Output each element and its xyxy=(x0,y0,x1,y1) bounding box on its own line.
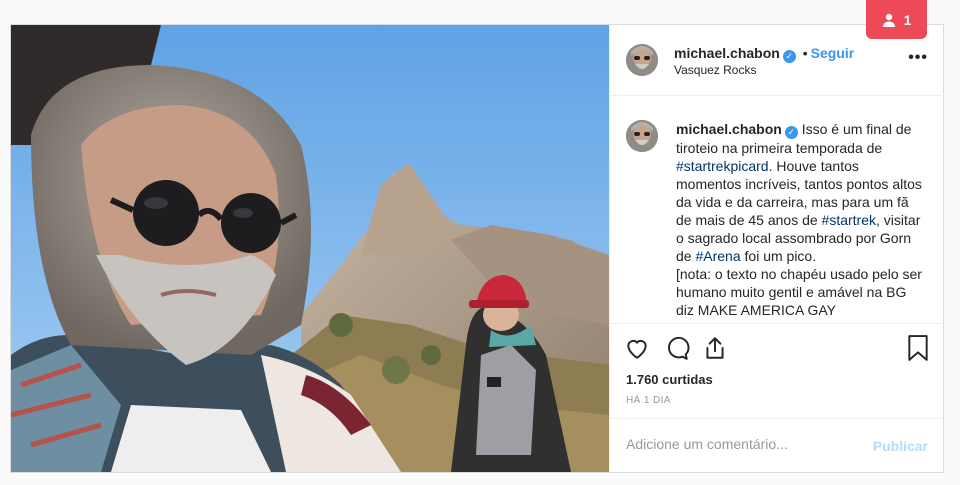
comment-bubble-icon[interactable] xyxy=(664,335,690,366)
comments-section: michael.chabon ✓ Isso é um final de tirot… xyxy=(610,96,944,324)
post-location[interactable]: Vasquez Rocks xyxy=(674,63,756,77)
publish-button[interactable]: Publicar xyxy=(873,438,928,454)
add-comment-bar: Publicar xyxy=(610,418,944,472)
save-bookmark-icon[interactable] xyxy=(906,335,930,366)
caption-segment: foi um pico. xyxy=(740,248,817,264)
follow-button[interactable]: Seguir xyxy=(811,45,855,61)
caption-note: [nota: o texto no chapéu usado pelo ser … xyxy=(676,266,922,318)
verified-badge-icon: ✓ xyxy=(784,126,798,139)
notification-count: 1 xyxy=(903,11,912,28)
share-icon[interactable] xyxy=(702,335,728,366)
author-username[interactable]: michael.chabon xyxy=(674,45,780,61)
user-icon xyxy=(882,13,896,27)
post-card: michael.chabon ✓ • Seguir Vasquez Rocks ••… xyxy=(10,24,944,473)
likes-count[interactable]: 1.760 curtidas xyxy=(626,372,713,387)
post-photo[interactable] xyxy=(11,25,609,472)
comment-input[interactable] xyxy=(626,436,866,452)
post-side-panel: michael.chabon ✓ • Seguir Vasquez Rocks ••… xyxy=(609,25,944,472)
caption-username[interactable]: michael.chabon xyxy=(676,121,782,137)
more-options-icon[interactable]: ••• xyxy=(908,49,928,67)
notification-badge[interactable]: 1 xyxy=(866,0,927,39)
post-caption: michael.chabon ✓ Isso é um final de tirot… xyxy=(626,120,926,319)
caption-avatar[interactable] xyxy=(626,120,658,152)
post-timestamp[interactable]: HÁ 1 DIA xyxy=(626,395,671,406)
caption-text: michael.chabon ✓ Isso é um final de tirot… xyxy=(676,120,926,319)
verified-badge-icon: ✓ xyxy=(782,50,796,63)
action-bar xyxy=(610,335,944,363)
like-heart-icon[interactable] xyxy=(624,335,650,366)
hashtag-link[interactable]: #startrekpicard xyxy=(676,158,769,174)
hashtag-link[interactable]: #startrek xyxy=(822,212,876,228)
author-avatar[interactable] xyxy=(626,44,658,76)
header-separator: • xyxy=(802,45,808,61)
hashtag-link[interactable]: #Arena xyxy=(695,248,740,264)
header-identity: michael.chabon ✓ • Seguir xyxy=(674,45,854,63)
